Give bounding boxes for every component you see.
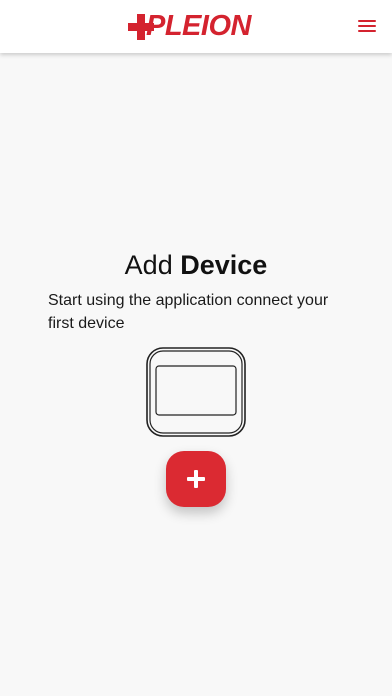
device-outline-icon [146,347,246,437]
title-bold: Device [180,250,268,280]
hamburger-menu-icon[interactable] [356,16,378,36]
title-prefix: Add [124,250,173,280]
page-subtitle: Start using the application connect your… [48,292,329,332]
page-title: Add Device [0,248,392,282]
logo-text: PLEION [146,10,251,42]
add-device-button[interactable] [166,451,226,507]
pleion-logo: PLEION [128,10,264,42]
top-app-bar: PLEION [0,0,392,53]
